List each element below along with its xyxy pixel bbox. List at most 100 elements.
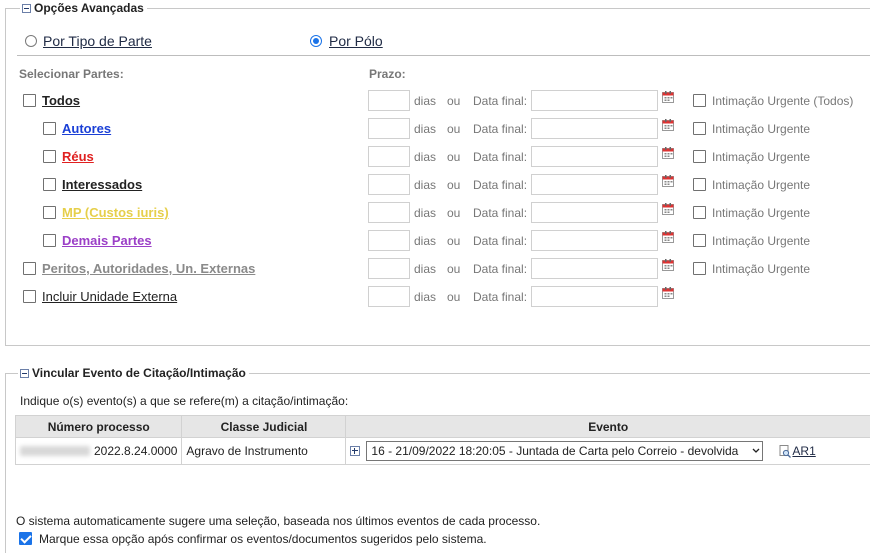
part-label[interactable]: Todos: [42, 93, 80, 108]
urgent-label: Intimação Urgente: [712, 150, 810, 164]
link-event-legend[interactable]: Vincular Evento de Citação/Intimação: [18, 366, 249, 380]
confirm-label: Marque essa opção após confirmar os even…: [39, 532, 487, 546]
calendar-icon[interactable]: [662, 259, 674, 271]
mode-polo-radio[interactable]: [310, 35, 322, 47]
urgent-label: Intimação Urgente (Todos): [712, 94, 853, 108]
urgent-checkbox[interactable]: [693, 122, 706, 135]
select-parts-label: Selecionar Partes:: [19, 67, 124, 81]
date-input[interactable]: [531, 90, 658, 111]
date-input[interactable]: [531, 258, 658, 279]
urgent-checkbox[interactable]: [693, 206, 706, 219]
days-input[interactable]: [368, 202, 410, 223]
redacted-process-prefix: [20, 446, 90, 456]
date-final-label: Data final:: [473, 206, 527, 220]
or-label: ou: [447, 150, 460, 164]
urgent-label: Intimação Urgente: [712, 234, 810, 248]
event-table: Número processo Classe Judicial Evento 2…: [15, 415, 870, 465]
urgent-checkbox[interactable]: [693, 94, 706, 107]
mode-polo-label[interactable]: Por Pólo: [329, 33, 383, 49]
days-input[interactable]: [368, 146, 410, 167]
class-cell: Agravo de Instrumento: [182, 438, 346, 465]
or-label: ou: [447, 234, 460, 248]
suggestion-note: O sistema automaticamente sugere uma sel…: [16, 514, 540, 528]
days-label: dias: [414, 262, 436, 276]
event-cell: 16 - 21/09/2022 18:20:05 - Juntada de Ca…: [346, 438, 870, 465]
or-label: ou: [447, 206, 460, 220]
urgent-label: Intimação Urgente: [712, 206, 810, 220]
table-header: Número processo Classe Judicial Evento: [16, 416, 870, 438]
days-label: dias: [414, 234, 436, 248]
date-final-label: Data final:: [473, 234, 527, 248]
part-checkbox[interactable]: [23, 290, 36, 303]
date-input[interactable]: [531, 230, 658, 251]
expand-icon[interactable]: [350, 446, 360, 456]
part-checkbox[interactable]: [43, 150, 56, 163]
part-checkbox[interactable]: [23, 94, 36, 107]
calendar-icon[interactable]: [662, 119, 674, 131]
date-input[interactable]: [531, 286, 658, 307]
date-final-label: Data final:: [473, 290, 527, 304]
collapse-icon[interactable]: [22, 4, 31, 13]
date-input[interactable]: [531, 146, 658, 167]
urgent-checkbox[interactable]: [693, 150, 706, 163]
part-checkbox[interactable]: [23, 262, 36, 275]
part-label[interactable]: Incluir Unidade Externa: [42, 289, 177, 304]
mode-type-radio[interactable]: [25, 35, 37, 47]
confirm-checkbox[interactable]: [19, 532, 32, 545]
event-instruction: Indique o(s) evento(s) a que se refere(m…: [20, 394, 348, 408]
date-input[interactable]: [531, 174, 658, 195]
calendar-icon[interactable]: [662, 175, 674, 187]
part-label[interactable]: Demais Partes: [62, 233, 152, 248]
date-final-label: Data final:: [473, 262, 527, 276]
urgent-checkbox[interactable]: [693, 178, 706, 191]
collapse-icon[interactable]: [20, 369, 29, 378]
process-number-suffix: 2022.8.24.0000: [94, 444, 177, 458]
days-input[interactable]: [368, 230, 410, 251]
calendar-icon[interactable]: [662, 91, 674, 103]
part-checkbox[interactable]: [43, 234, 56, 247]
col-process-header: Número processo: [16, 416, 182, 438]
date-input[interactable]: [531, 202, 658, 223]
advanced-options-legend[interactable]: Opções Avançadas: [20, 1, 147, 15]
urgent-checkbox[interactable]: [693, 262, 706, 275]
days-input[interactable]: [368, 90, 410, 111]
table-row: 2022.8.24.0000 Agravo de Instrumento 16 …: [16, 438, 870, 465]
part-label[interactable]: Autores: [62, 121, 111, 136]
or-label: ou: [447, 262, 460, 276]
or-label: ou: [447, 178, 460, 192]
days-label: dias: [414, 206, 436, 220]
date-input[interactable]: [531, 118, 658, 139]
part-checkbox[interactable]: [43, 206, 56, 219]
calendar-icon[interactable]: [662, 203, 674, 215]
or-label: ou: [447, 94, 460, 108]
days-label: dias: [414, 150, 436, 164]
part-label[interactable]: Réus: [62, 149, 94, 164]
days-input[interactable]: [368, 174, 410, 195]
part-checkbox[interactable]: [43, 178, 56, 191]
event-select-value: 16 - 21/09/2022 18:20:05 - Juntada de Ca…: [371, 444, 750, 458]
col-event-header: Evento: [346, 416, 870, 438]
document-link[interactable]: AR1: [779, 444, 815, 458]
days-input[interactable]: [368, 118, 410, 139]
urgent-checkbox[interactable]: [693, 234, 706, 247]
advanced-options-title: Opções Avançadas: [34, 1, 144, 15]
part-checkbox[interactable]: [43, 122, 56, 135]
calendar-icon[interactable]: [662, 231, 674, 243]
col-class-header: Classe Judicial: [182, 416, 346, 438]
link-event-title: Vincular Evento de Citação/Intimação: [32, 366, 246, 380]
days-input[interactable]: [368, 286, 410, 307]
days-input[interactable]: [368, 258, 410, 279]
part-label[interactable]: Peritos, Autoridades, Un. Externas: [42, 261, 255, 276]
calendar-icon[interactable]: [662, 147, 674, 159]
event-select[interactable]: 16 - 21/09/2022 18:20:05 - Juntada de Ca…: [366, 441, 763, 461]
date-final-label: Data final:: [473, 178, 527, 192]
document-link-label[interactable]: AR1: [792, 444, 815, 458]
part-label[interactable]: MP (Custos iuris): [62, 205, 169, 220]
process-number-cell: 2022.8.24.0000: [16, 438, 182, 465]
mode-type-label[interactable]: Por Tipo de Parte: [43, 33, 152, 49]
date-final-label: Data final:: [473, 94, 527, 108]
part-label[interactable]: Interessados: [62, 177, 142, 192]
calendar-icon[interactable]: [662, 287, 674, 299]
days-label: dias: [414, 178, 436, 192]
days-label: dias: [414, 94, 436, 108]
